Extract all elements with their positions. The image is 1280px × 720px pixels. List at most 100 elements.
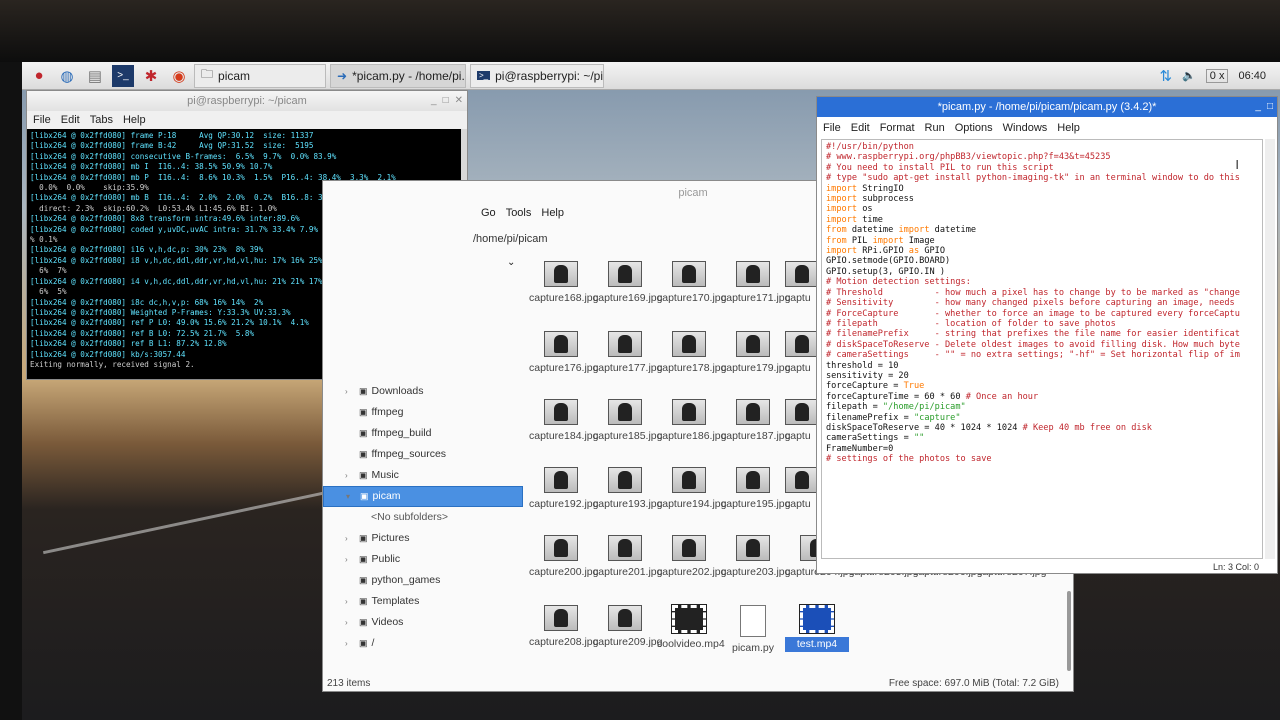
menu-item-go[interactable]: Go xyxy=(481,207,496,219)
file-item[interactable]: capture200.jpg xyxy=(529,535,598,580)
wolfram-icon[interactable]: ◉ xyxy=(168,65,190,87)
terminal-titlebar[interactable]: pi@raspberrypi: ~/picam _ □ ✕ xyxy=(27,91,467,111)
menu-item-file[interactable]: File xyxy=(823,122,841,134)
sidebar-item[interactable]: ▣ ffmpeg_build xyxy=(323,423,523,444)
file-item[interactable]: capture177.jpg xyxy=(593,331,662,376)
sidebar-item[interactable]: › ▣ Public xyxy=(323,549,523,570)
minimize-button[interactable]: _ xyxy=(1255,97,1261,117)
code-editor[interactable]: #!/usr/bin/python # www.raspberrypi.org/p… xyxy=(821,139,1263,559)
sidebar-item[interactable]: › ▣ Downloads xyxy=(323,381,523,402)
sidebar-item[interactable]: › ▣ Pictures xyxy=(323,528,523,549)
file-item[interactable]: capture201.jpg xyxy=(593,535,662,580)
menu-item-file[interactable]: File xyxy=(33,114,51,126)
file-item[interactable]: capture203.jpg xyxy=(721,535,790,580)
code-line: # You need to install PIL to run this sc… xyxy=(826,162,1054,173)
file-item[interactable]: capture178.jpg xyxy=(657,331,726,376)
expander-icon[interactable]: › xyxy=(345,465,355,486)
file-name: captu xyxy=(785,430,811,442)
file-item[interactable]: capture192.jpg xyxy=(529,467,598,512)
file-item[interactable]: capture168.jpg xyxy=(529,261,598,306)
menu-item-tabs[interactable]: Tabs xyxy=(90,114,113,126)
menu-item-help[interactable]: Help xyxy=(123,114,146,126)
file-item[interactable]: capture184.jpg xyxy=(529,399,598,444)
math-kernel-icon[interactable]: ✱ xyxy=(140,65,162,87)
file-item[interactable]: capture176.jpg xyxy=(529,331,599,376)
sidebar-item[interactable]: ▾ ▣ picam xyxy=(323,486,523,507)
file-item[interactable]: capture202.jpg xyxy=(657,535,726,580)
code-line: from PIL import Image xyxy=(826,236,1258,246)
sidebar-item[interactable]: › ▣ Music xyxy=(323,465,523,486)
file-item[interactable]: captu xyxy=(785,331,819,376)
file-name: capture193.jpg xyxy=(593,498,663,510)
menu-item-options[interactable]: Options xyxy=(955,122,993,134)
image-thumbnail-icon xyxy=(672,399,706,425)
expander-icon[interactable]: › xyxy=(345,633,355,654)
expander-icon[interactable]: ▾ xyxy=(346,486,356,507)
expander-icon[interactable]: › xyxy=(345,381,355,402)
editor-scrollbar[interactable] xyxy=(1265,139,1275,559)
raspberry-menu-icon[interactable]: ● xyxy=(28,65,50,87)
menu-item-help[interactable]: Help xyxy=(1057,122,1080,134)
file-item[interactable]: captu xyxy=(785,261,819,306)
file-name: capture176.jpg xyxy=(529,362,599,374)
file-grid-scrollbar[interactable] xyxy=(1067,591,1071,671)
menu-item-format[interactable]: Format xyxy=(880,122,915,134)
maximize-button[interactable]: □ xyxy=(443,91,449,111)
file-item[interactable]: capture185.jpg xyxy=(593,399,662,444)
sidebar-item[interactable]: › ▣ Videos xyxy=(323,612,523,633)
sidebar-item[interactable]: › ▣ / xyxy=(323,633,523,654)
file-item[interactable]: capture209.jpg xyxy=(593,605,663,650)
volume-icon[interactable]: 🔈 xyxy=(1182,69,1196,82)
menu-item-tools[interactable]: Tools xyxy=(506,207,532,219)
location-bar[interactable]: /home/pi/picam xyxy=(473,229,813,249)
web-browser-icon[interactable]: ◍ xyxy=(56,65,78,87)
file-item[interactable]: capture171.jpg xyxy=(721,261,790,306)
file-manager-icon[interactable]: ▤ xyxy=(84,65,106,87)
minimize-button[interactable]: _ xyxy=(431,91,437,111)
terminal-launcher-icon[interactable]: >_ xyxy=(112,64,134,87)
sidebar-item[interactable]: ▣ ffmpeg xyxy=(323,402,523,423)
menu-item-help[interactable]: Help xyxy=(541,207,564,219)
file-item[interactable]: capture179.jpg xyxy=(721,331,790,376)
file-item[interactable]: capture170.jpg xyxy=(657,261,726,306)
file-name: capture209.jpg xyxy=(593,636,663,648)
taskbar-window-terminal[interactable]: >_ pi@raspberrypi: ~/pi... xyxy=(470,63,604,88)
sidebar-item[interactable]: ▣ ffmpeg_sources xyxy=(323,444,523,465)
file-item[interactable]: capture187.jpg xyxy=(721,399,790,444)
file-item[interactable]: capture193.jpg xyxy=(593,467,663,512)
close-button[interactable]: ✕ xyxy=(455,91,463,111)
file-name: captu xyxy=(785,498,811,510)
menu-item-windows[interactable]: Windows xyxy=(1003,122,1048,134)
taskbar-window-idle[interactable]: ➜ *picam.py - /home/pi... xyxy=(330,63,466,88)
file-item[interactable]: capture194.jpg xyxy=(657,467,726,512)
clock[interactable]: 06:40 xyxy=(1238,70,1266,82)
expander-icon[interactable]: › xyxy=(345,591,355,612)
file-item[interactable]: capture208.jpg xyxy=(529,605,599,650)
sidebar-item[interactable]: <No subfolders> xyxy=(323,507,523,528)
idle-titlebar[interactable]: *picam.py - /home/pi/picam/picam.py (3.4… xyxy=(817,97,1277,117)
file-item[interactable]: captu xyxy=(785,399,819,444)
file-item[interactable]: capture186.jpg xyxy=(657,399,726,444)
file-item[interactable]: coolvideo.mp4 xyxy=(657,604,725,652)
file-item[interactable]: captu xyxy=(785,467,819,512)
code-token: import xyxy=(872,235,904,246)
free-space: Free space: 697.0 MiB (Total: 7.2 GiB) xyxy=(888,678,1059,689)
file-item[interactable]: test.mp4 xyxy=(785,604,849,652)
expander-icon[interactable]: › xyxy=(345,528,355,549)
file-item[interactable]: capture195.jpg xyxy=(721,467,790,512)
taskbar-window-picam[interactable]: 🗀 picam xyxy=(194,63,326,88)
file-name: capture208.jpg xyxy=(529,636,599,648)
menu-item-run[interactable]: Run xyxy=(925,122,945,134)
sidebar-item[interactable]: › ▣ Templates xyxy=(323,591,523,612)
menu-item-edit[interactable]: Edit xyxy=(61,114,80,126)
file-item[interactable]: picam.py xyxy=(721,605,785,656)
menu-item-edit[interactable]: Edit xyxy=(851,122,870,134)
cpu-monitor[interactable]: 0 x xyxy=(1205,68,1229,83)
expander-icon[interactable]: › xyxy=(345,612,355,633)
maximize-button[interactable]: □ xyxy=(1267,97,1273,117)
chevron-down-icon[interactable]: ⌄ xyxy=(507,257,515,268)
network-arrows-icon[interactable]: ⇅ xyxy=(1160,67,1173,85)
file-item[interactable]: capture169.jpg xyxy=(593,261,662,306)
sidebar-item[interactable]: ▣ python_games xyxy=(323,570,523,591)
expander-icon[interactable]: › xyxy=(345,549,355,570)
